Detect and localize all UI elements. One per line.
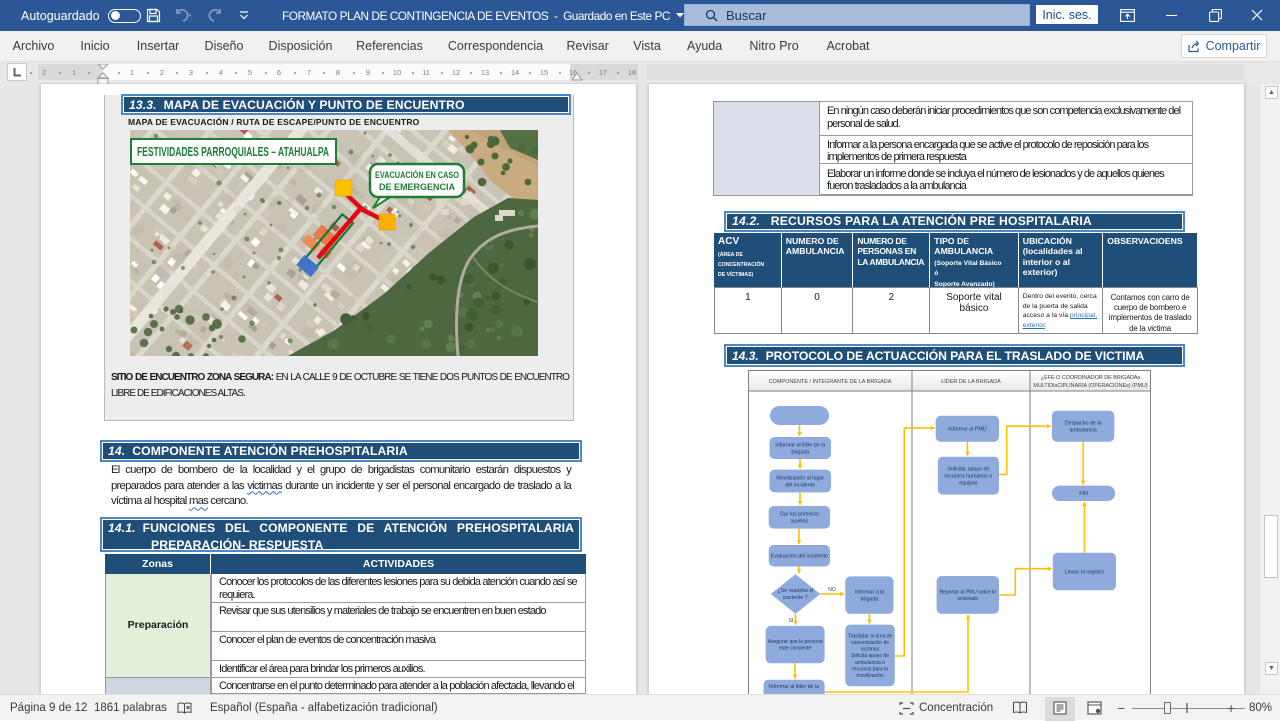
svg-text:solicitado: solicitado bbox=[957, 596, 978, 602]
svg-text:FESTIVIDADES PARROQUIALES – AT: FESTIVIDADES PARROQUIALES – ATAHUALPA bbox=[137, 145, 329, 159]
svg-text:victimas: victimas bbox=[861, 647, 880, 653]
svg-text:del incidente: del incidente bbox=[785, 482, 815, 488]
svg-text:auxilios: auxilios bbox=[791, 519, 809, 525]
svg-text:EVACUACIÓN EN CASO: EVACUACIÓN EN CASO bbox=[375, 169, 459, 180]
svg-text:equipos: equipos bbox=[959, 480, 978, 486]
svg-text:¿EFE O COORDINADOR DE BRIGADAs: ¿EFE O COORDINADOR DE BRIGADAs bbox=[1041, 375, 1141, 381]
svg-text:brigada: brigada bbox=[791, 449, 809, 455]
svg-text:Dar los primeros: Dar los primeros bbox=[780, 512, 819, 518]
svg-text:NO: NO bbox=[828, 587, 836, 593]
svg-text:paciente ?: paciente ? bbox=[783, 595, 807, 601]
svg-text:Asegurar que la persona: Asegurar que la persona bbox=[768, 639, 823, 645]
svg-text:SI: SI bbox=[789, 618, 794, 624]
svg-text:movilización: movilización bbox=[856, 673, 883, 679]
svg-text:Informar al líder de la: Informar al líder de la bbox=[769, 684, 819, 690]
svg-text:Trasladar al área de: Trasladar al área de bbox=[848, 633, 893, 639]
svg-text:Informar a la: Informar a la bbox=[855, 590, 885, 596]
svg-text:recursos humanos o: recursos humanos o bbox=[944, 474, 992, 480]
svg-text:Reportar al PMU sobre lo: Reportar al PMU sobre lo bbox=[940, 589, 997, 595]
svg-text:DE EMERGENCIA: DE EMERGENCIA bbox=[379, 182, 456, 192]
svg-text:Solicita apoyo de: Solicita apoyo de bbox=[851, 653, 889, 659]
svg-text:Movilización al lugar: Movilización al lugar bbox=[776, 475, 824, 481]
svg-text:ambulancia: ambulancia bbox=[1070, 428, 1097, 434]
svg-text:Solicitar apoyo de: Solicitar apoyo de bbox=[947, 467, 989, 473]
svg-text:FIN: FIN bbox=[1079, 491, 1088, 497]
svg-text:COMPONENTE / INTEGRANTE DE LA: COMPONENTE / INTEGRANTE DE LA BRIGADA bbox=[769, 379, 892, 385]
svg-text:Despacho de la: Despacho de la bbox=[1065, 421, 1102, 427]
svg-text:MULTIDIsCIPLINARIA (OPERACIONE: MULTIDIsCIPLINARIA (OPERACIONEs) (PMU) bbox=[1033, 383, 1148, 389]
svg-text:LÍDER DE LA BRIGADA: LÍDER DE LA BRIGADA bbox=[941, 378, 1001, 385]
svg-text:Informar al PMU: Informar al PMU bbox=[948, 427, 987, 433]
svg-text:recursos para la: recursos para la bbox=[852, 666, 888, 672]
svg-text:este consiente: este consiente bbox=[779, 646, 811, 652]
svg-text:brigada: brigada bbox=[861, 596, 879, 602]
svg-text:ambulancia o: ambulancia o bbox=[855, 660, 885, 666]
svg-text:Llevar el registro: Llevar el registro bbox=[1065, 569, 1104, 575]
svg-text:Informar al líder de la: Informar al líder de la bbox=[775, 442, 825, 448]
svg-text:concentración de: concentración de bbox=[851, 640, 889, 646]
svg-text:¿Se reanimo el: ¿Se reanimo el bbox=[778, 588, 814, 594]
svg-text:Evaluación del incidente: Evaluación del incidente bbox=[771, 554, 828, 560]
